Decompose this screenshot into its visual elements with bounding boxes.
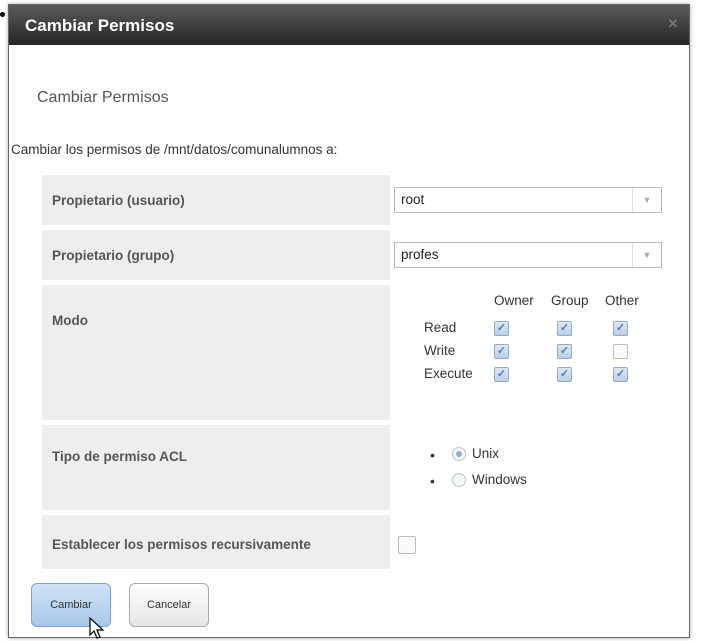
dialog-titlebar[interactable]: Cambiar Permisos ✕ [9,5,689,45]
acl-label: Tipo de permiso ACL [42,425,390,510]
close-icon[interactable]: ✕ [667,17,679,30]
window-edge-marker [0,12,5,17]
read-other-checkbox[interactable]: ✓ [613,321,628,336]
recursive-label: Establecer los permisos recursivamente [42,515,390,569]
owner-group-label: Propietario (grupo) [42,230,390,280]
section-title: Cambiar Permisos [37,89,169,106]
chevron-down-icon[interactable]: ▼ [632,243,661,267]
write-other-checkbox[interactable]: ✓ [613,344,628,359]
recursive-row: Establecer los permisos recursivamente ✓ [42,515,664,569]
acl-option-label: Windows [472,472,527,487]
write-owner-checkbox[interactable]: ✓ [494,344,509,359]
mouse-cursor-icon [89,617,105,639]
acl-option-label: Unix [472,446,500,461]
column-owner: Owner [494,293,534,308]
owner-user-value: root [401,192,425,207]
chevron-down-icon[interactable]: ▼ [632,188,661,212]
owner-user-label: Propietario (usuario) [42,175,390,225]
owner-user-select[interactable]: root ▼ [394,187,662,213]
execute-group-checkbox[interactable]: ✓ [557,367,572,382]
cancelar-button[interactable]: Cancelar [129,583,209,627]
description-text: Cambiar los permisos de /mnt/datos/comun… [11,142,338,157]
read-group-checkbox[interactable]: ✓ [557,321,572,336]
owner-user-row: Propietario (usuario) root ▼ [42,175,664,225]
column-group: Group [551,293,589,308]
column-other: Other [605,293,639,308]
recursive-checkbox[interactable]: ✓ [398,536,416,554]
owner-group-row: Propietario (grupo) profes ▼ [42,230,664,280]
read-owner-checkbox[interactable]: ✓ [494,321,509,336]
bullet-icon: • [430,447,435,463]
row-write: Write [424,343,456,358]
row-execute: Execute [424,366,473,381]
bullet-icon: • [430,473,435,489]
write-group-checkbox[interactable]: ✓ [557,344,572,359]
radio-windows[interactable] [452,473,466,487]
owner-group-value: profes [401,247,439,262]
change-permissions-dialog: Cambiar Permisos ✕ Cambiar Permisos Camb… [8,4,690,639]
execute-owner-checkbox[interactable]: ✓ [494,367,509,382]
owner-group-select[interactable]: profes ▼ [394,242,662,268]
row-read: Read [424,320,457,335]
mode-row: Modo Owner Group Other Read Write Execut… [42,285,664,420]
radio-unix[interactable] [452,447,466,461]
mode-label: Modo [42,285,390,420]
acl-row: Tipo de permiso ACL • Unix • Windows [42,425,664,510]
execute-other-checkbox[interactable]: ✓ [613,367,628,382]
dialog-title: Cambiar Permisos [25,16,175,35]
